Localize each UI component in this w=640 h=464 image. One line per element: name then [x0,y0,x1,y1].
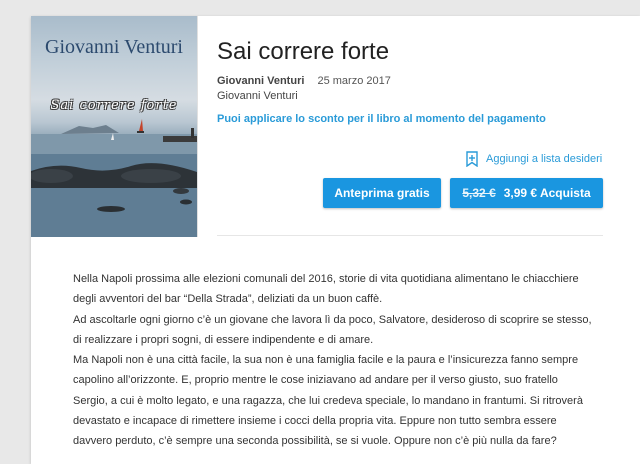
description-paragraph: Ma Napoli non è una città facile, la sua… [73,354,583,448]
section-divider [217,235,603,236]
publisher: Giovanni Venturi [217,90,298,102]
book-meta: Giovanni Venturi 25 marzo 2017 [217,75,391,87]
publish-date: 25 marzo 2017 [317,75,391,87]
add-to-wishlist-button[interactable]: Aggiungi a lista desideri [465,151,602,167]
book-description: Nella Napoli prossima alle elezioni comu… [73,269,593,452]
free-preview-button[interactable]: Anteprima gratis [323,178,441,208]
book-title: Sai correre forte [217,38,390,65]
buy-label: 3,99 € Acquista [503,186,591,200]
buy-button[interactable]: 5,32 € 3,99 € Acquista [450,178,603,208]
cover-divider [197,16,198,237]
bookmark-plus-icon [466,151,478,167]
old-price: 5,32 € [462,186,496,200]
cover-author: Giovanni Venturi [45,36,183,58]
book-card: Giovanni Venturi Sai correre forte Sai c… [31,16,640,464]
wishlist-label: Aggiungi a lista desideri [486,153,603,165]
description-paragraph: Ad ascoltarle ogni giorno c’è un giovane… [73,313,592,346]
book-cover[interactable]: Giovanni Venturi Sai correre forte [31,16,197,237]
promo-text: Puoi applicare lo sconto per il libro al… [217,113,546,125]
author-link[interactable]: Giovanni Venturi [217,75,304,87]
description-paragraph: Nella Napoli prossima alle elezioni comu… [73,273,579,306]
cover-title: Sai correre forte [50,98,178,113]
